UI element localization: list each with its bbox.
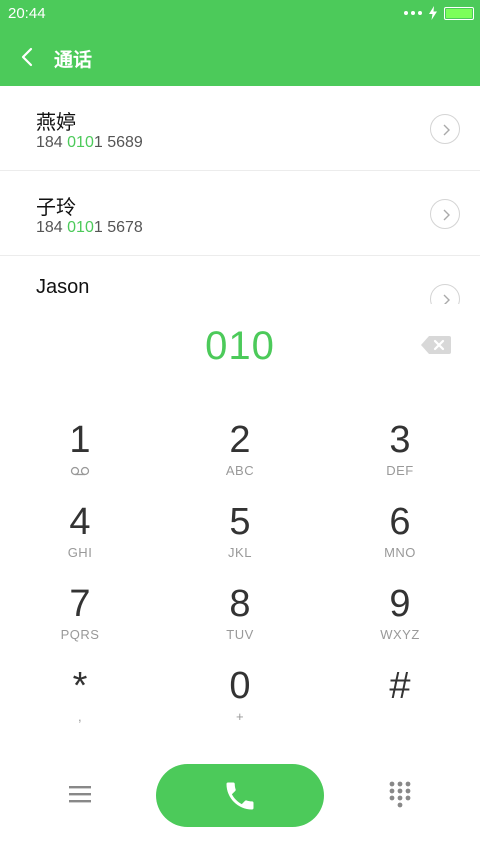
key-letters: ,: [77, 709, 83, 724]
key-digit: 5: [229, 501, 251, 543]
key-2[interactable]: 2 ABC: [160, 400, 320, 482]
battery-icon: [444, 6, 474, 20]
key-star[interactable]: * ,: [0, 646, 160, 728]
key-letters: ABC: [225, 463, 255, 478]
contact-name: 燕婷: [36, 112, 76, 134]
key-4[interactable]: 4 GHI: [0, 482, 160, 564]
key-letters: JKL: [228, 545, 252, 560]
key-letters: TUV: [226, 627, 254, 642]
more-dots-icon: [404, 11, 422, 15]
key-digit: 7: [69, 583, 91, 625]
number-match-highlight: 010: [67, 219, 94, 236]
key-6[interactable]: 6 MNO: [320, 482, 480, 564]
contact-detail-chevron-icon[interactable]: [430, 199, 460, 229]
key-digit: 6: [389, 501, 411, 543]
phone-icon: [226, 782, 254, 810]
number-match-highlight: 010: [67, 134, 94, 151]
key-letters: DEF: [386, 463, 414, 478]
key-letters: MNO: [384, 545, 416, 560]
status-time: 20:44: [8, 5, 46, 22]
key-letters: +: [235, 709, 245, 724]
contact-row[interactable]: 燕婷 184 0101 5689: [0, 86, 480, 171]
key-digit: 1: [69, 419, 91, 461]
backspace-icon[interactable]: [420, 334, 452, 356]
key-letters: WXYZ: [380, 627, 420, 642]
key-0[interactable]: 0 +: [160, 646, 320, 728]
key-5[interactable]: 5 JKL: [160, 482, 320, 564]
contact-row[interactable]: 子玲 184 0101 5678: [0, 171, 480, 256]
status-bar: 20:44: [0, 0, 480, 28]
dialpad: 1 2 ABC 3 DEF 4 GHI 5 JKL 6 MNO 7 PQRS 8…: [0, 400, 480, 736]
key-3[interactable]: 3 DEF: [320, 400, 480, 482]
key-digit: 0: [229, 665, 251, 707]
key-digit: #: [389, 665, 411, 707]
dialpad-grid-icon[interactable]: [388, 780, 412, 808]
menu-icon[interactable]: [66, 782, 94, 806]
contact-row[interactable]: Jason: [0, 256, 480, 304]
key-digit: *: [72, 665, 88, 707]
key-digit: 3: [389, 419, 411, 461]
page-title: 通话: [54, 50, 93, 71]
contact-number: 184 0101 5689: [36, 134, 143, 151]
contact-detail-chevron-icon[interactable]: [430, 114, 460, 144]
contact-number: 184 0101 5678: [36, 219, 143, 236]
key-letters: GHI: [67, 545, 93, 560]
contact-detail-chevron-icon[interactable]: [430, 284, 460, 304]
key-8[interactable]: 8 TUV: [160, 564, 320, 646]
contact-name: 子玲: [36, 197, 76, 219]
key-1[interactable]: 1: [0, 400, 160, 482]
status-icons: [404, 6, 474, 20]
dialer-action-bar: [0, 760, 480, 830]
key-hash[interactable]: #: [320, 646, 480, 728]
key-digit: 9: [389, 583, 411, 625]
app-bar: 通话: [0, 28, 480, 86]
dial-entry: 010: [0, 318, 480, 374]
key-digit: 2: [229, 419, 251, 461]
key-7[interactable]: 7 PQRS: [0, 564, 160, 646]
contact-name: Jason: [36, 276, 90, 298]
key-digit: 4: [69, 501, 91, 543]
dialed-number: 010: [205, 324, 275, 368]
key-letters: PQRS: [60, 627, 100, 642]
charging-icon: [429, 6, 437, 20]
key-digit: 8: [229, 583, 251, 625]
contact-suggestion-list: 燕婷 184 0101 5689 子玲 184 0101 5678 Jason: [0, 86, 480, 304]
call-button[interactable]: [156, 764, 324, 827]
back-chevron-icon[interactable]: [16, 43, 40, 71]
key-9[interactable]: 9 WXYZ: [320, 564, 480, 646]
voicemail-icon: [70, 466, 90, 476]
